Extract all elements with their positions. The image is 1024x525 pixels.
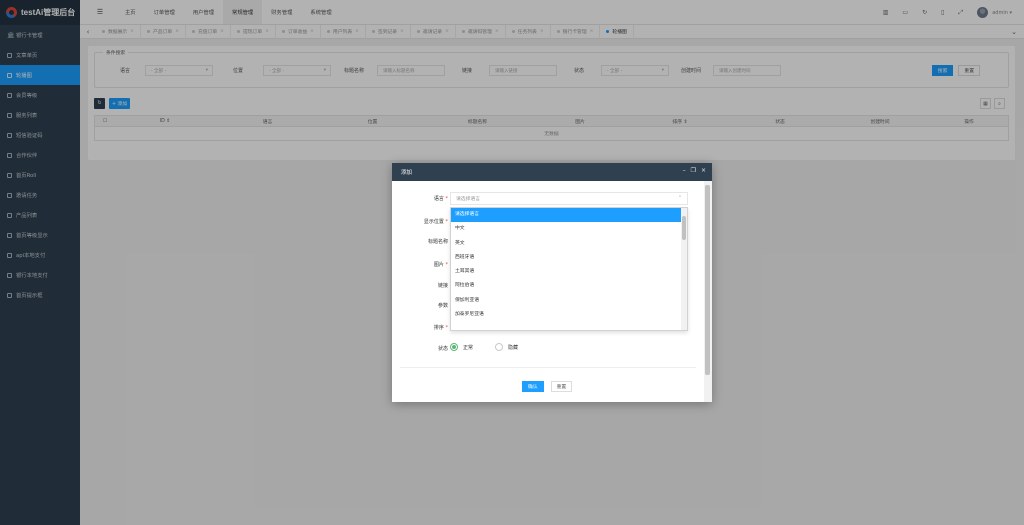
dropdown-scroll-thumb[interactable]	[682, 216, 686, 240]
close-icon[interactable]: ×	[701, 167, 706, 174]
required-mark: *	[445, 219, 449, 225]
modal-scroll-thumb[interactable]	[705, 185, 710, 375]
status-radio-hidden[interactable]	[495, 343, 504, 351]
language-label: 语言 *	[398, 195, 448, 202]
minimize-icon[interactable]: –	[683, 167, 686, 174]
status-label: 状态	[437, 346, 448, 352]
position-label: 显示位置 *	[398, 218, 448, 225]
dropdown-option[interactable]: 西班牙语	[451, 251, 687, 265]
modal-scrollbar[interactable]	[704, 181, 712, 402]
modal-title: 添加	[401, 170, 413, 176]
dropdown-option[interactable]: 加泰罗尼亚语	[451, 308, 687, 322]
dropdown-option[interactable]: 英文	[451, 237, 687, 251]
status-radio-group: 正常 隐藏	[450, 343, 518, 351]
radio-label[interactable]: 隐藏	[508, 344, 518, 351]
label-text: 图片	[433, 262, 444, 268]
dropdown-option[interactable]: 保加利亚语	[451, 294, 687, 308]
radio-label[interactable]: 正常	[463, 344, 473, 351]
status-radio-normal[interactable]	[450, 343, 458, 351]
sort-label: 排序 *	[398, 324, 448, 331]
select-placeholder: 请选择语言	[456, 197, 480, 202]
dropdown-option[interactable]: 中文	[451, 222, 687, 236]
modal-reset-button[interactable]: 重置	[550, 381, 573, 392]
language-dropdown: 请选择语言 中文 英文 西班牙语 土耳其语 阿拉伯语 保加利亚语 加泰罗尼亚语	[450, 207, 688, 331]
language-select[interactable]: 请选择语言 ⌃	[450, 192, 688, 205]
title-label: 标题名称	[427, 239, 448, 245]
modal-divider	[400, 367, 696, 368]
modal-footer: 确认 重置	[522, 381, 573, 392]
link-label: 链接	[437, 283, 448, 289]
required-mark: *	[445, 196, 449, 202]
dropdown-scrollbar[interactable]	[681, 208, 687, 330]
chevron-up-icon: ⌃	[677, 196, 682, 201]
dropdown-option[interactable]: 土耳其语	[451, 265, 687, 279]
modal-controls: – ❐ ×	[683, 167, 706, 174]
required-mark: *	[445, 262, 449, 268]
confirm-button[interactable]: 确认	[522, 381, 544, 392]
image-label: 图片 *	[398, 261, 448, 268]
dropdown-option[interactable]: 请选择语言	[451, 208, 687, 223]
modal-header[interactable]: 添加 – ❐ ×	[392, 163, 712, 181]
add-modal: 添加 – ❐ × 语言 * 显示位置 * 标题名称 图片 * 链接 参数 排序 …	[392, 163, 712, 402]
label-text: 排序	[433, 325, 444, 331]
maximize-icon[interactable]: ❐	[691, 167, 696, 174]
dropdown-option[interactable]: 阿拉伯语	[451, 279, 687, 293]
label-text: 显示位置	[423, 219, 444, 225]
label-text: 语言	[433, 196, 444, 202]
param-label: 参数	[437, 303, 448, 309]
modal-body: 语言 * 显示位置 * 标题名称 图片 * 链接 参数 排序 * 状态 请选择语…	[392, 181, 704, 402]
required-mark: *	[445, 325, 449, 331]
